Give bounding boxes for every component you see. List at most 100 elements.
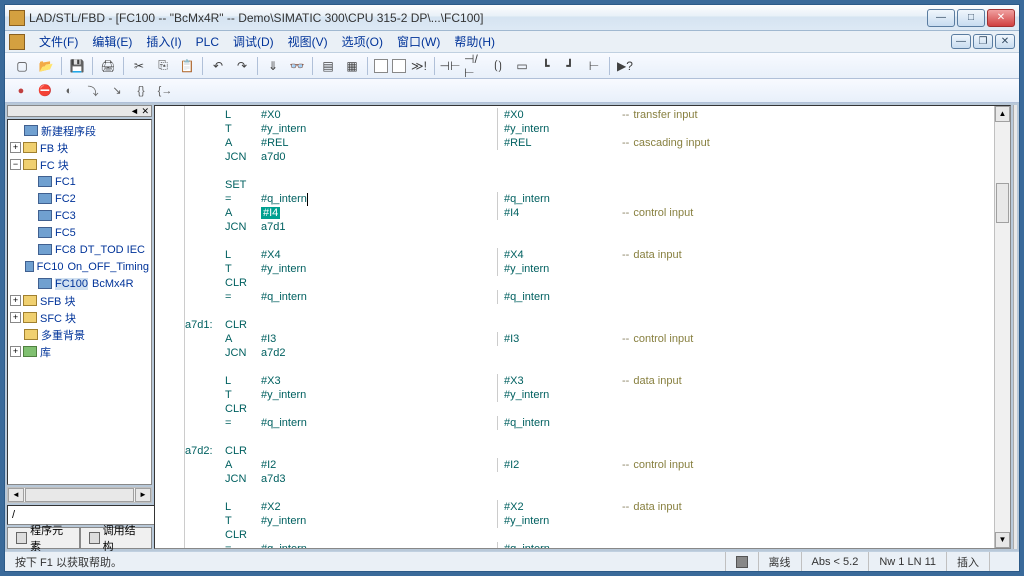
- menu-options[interactable]: 选项(O): [336, 31, 389, 52]
- code-line[interactable]: CLR: [187, 528, 994, 542]
- menu-view[interactable]: 视图(V): [282, 31, 334, 52]
- box-icon[interactable]: ▭: [511, 55, 533, 77]
- code-line[interactable]: T#y_intern#y_intern: [187, 262, 994, 276]
- code-line[interactable]: a7d1:CLR: [187, 318, 994, 332]
- run-to-icon[interactable]: {→: [155, 82, 175, 100]
- scroll-thumb[interactable]: [25, 488, 134, 502]
- code-line[interactable]: CLR: [187, 276, 994, 290]
- menu-plc[interactable]: PLC: [190, 33, 225, 51]
- code-line[interactable]: =#q_intern#q_intern: [187, 416, 994, 430]
- code-line[interactable]: T#y_intern#y_intern: [187, 514, 994, 528]
- scroll-down-icon[interactable]: ▼: [995, 532, 1010, 548]
- detail-button[interactable]: ▦: [341, 55, 363, 77]
- program-tree[interactable]: 新建程序段 +FB 块 −FC 块 FC1 FC2 FC3 FC5 FC8DT_…: [7, 119, 152, 485]
- code-editor[interactable]: L#X0#X0--transfer inputT#y_intern#y_inte…: [185, 106, 994, 548]
- code-line[interactable]: JCNa7d2: [187, 346, 994, 360]
- branch-close-icon[interactable]: ┛: [559, 55, 581, 77]
- code-line[interactable]: [187, 360, 994, 374]
- tree-fc1[interactable]: FC1: [10, 173, 149, 190]
- tree-fc3[interactable]: FC3: [10, 207, 149, 224]
- breakpoint-toggle-icon[interactable]: ◐: [59, 82, 79, 100]
- menu-window[interactable]: 窗口(W): [391, 31, 446, 52]
- tree-fc2[interactable]: FC2: [10, 190, 149, 207]
- code-line[interactable]: a7d2:CLR: [187, 444, 994, 458]
- code-line[interactable]: CLR: [187, 402, 994, 416]
- vscrollbar[interactable]: ▲ ▼: [994, 106, 1010, 548]
- breakpoint-list-icon[interactable]: ⛔: [35, 82, 55, 100]
- breakpoint-icon[interactable]: ●: [11, 82, 31, 100]
- code-line[interactable]: =#q_intern#q_intern: [187, 290, 994, 304]
- download-button[interactable]: ⇓: [262, 55, 284, 77]
- tree-fb-folder[interactable]: +FB 块: [10, 139, 149, 156]
- code-line[interactable]: T#y_intern#y_intern: [187, 122, 994, 136]
- code-line[interactable]: [187, 234, 994, 248]
- tree-hscroll[interactable]: ◄ ►: [7, 487, 152, 503]
- tree-fc10[interactable]: FC10On_OFF_Timing: [10, 258, 149, 275]
- tree-lib[interactable]: +库: [10, 343, 149, 360]
- step-over-icon[interactable]: ⤵: [83, 82, 103, 100]
- paste-button[interactable]: 📋: [176, 55, 198, 77]
- code-line[interactable]: JCNa7d3: [187, 472, 994, 486]
- context-help-button[interactable]: ▶?: [614, 55, 636, 77]
- mdi-close[interactable]: ✕: [995, 34, 1015, 49]
- code-line[interactable]: SET: [187, 178, 994, 192]
- code-line[interactable]: A#REL#REL--cascading input: [187, 136, 994, 150]
- code-line[interactable]: [187, 430, 994, 444]
- tree-fc-folder[interactable]: −FC 块: [10, 156, 149, 173]
- tree-overlap[interactable]: 多重背景: [10, 326, 149, 343]
- code-line[interactable]: L#X3#X3--data input: [187, 374, 994, 388]
- menu-debug[interactable]: 调试(D): [227, 31, 280, 52]
- coil-icon[interactable]: ⟮⟯: [487, 55, 509, 77]
- tree-sfb[interactable]: +SFB 块: [10, 292, 149, 309]
- text-button[interactable]: ≫!: [408, 55, 430, 77]
- panel-close-strip[interactable]: ◄ ✕: [7, 105, 152, 117]
- tree-fc5[interactable]: FC5: [10, 224, 149, 241]
- branch-open-icon[interactable]: ┗: [535, 55, 557, 77]
- menu-help[interactable]: 帮助(H): [448, 31, 501, 52]
- close-button[interactable]: ✕: [987, 9, 1015, 27]
- menu-insert[interactable]: 插入(I): [140, 31, 187, 52]
- code-line[interactable]: L#X2#X2--data input: [187, 500, 994, 514]
- step-out-icon[interactable]: {}: [131, 82, 151, 100]
- menu-edit[interactable]: 编辑(E): [86, 31, 138, 52]
- tree-fc100[interactable]: FC100BcMx4R: [10, 275, 149, 292]
- code-line[interactable]: A#I3#I3--control input: [187, 332, 994, 346]
- tree-fc8[interactable]: FC8DT_TOD IEC: [10, 241, 149, 258]
- code-line[interactable]: L#X0#X0--transfer input: [187, 108, 994, 122]
- print-button[interactable]: 🖨: [97, 55, 119, 77]
- code-line[interactable]: A#I4#I4--control input: [187, 206, 994, 220]
- code-line[interactable]: [187, 304, 994, 318]
- scroll-left-icon[interactable]: ◄: [8, 488, 24, 502]
- maximize-button[interactable]: □: [957, 9, 985, 27]
- contact-nc-icon[interactable]: ⊣/⊢: [463, 55, 485, 77]
- vscroll-thumb[interactable]: [996, 183, 1009, 223]
- code-line[interactable]: =#q_intern#q_intern: [187, 192, 994, 206]
- tab-elements[interactable]: 程序元素: [7, 527, 80, 549]
- copy-button[interactable]: ⎘: [152, 55, 174, 77]
- code-line[interactable]: [187, 164, 994, 178]
- code-line[interactable]: L#X4#X4--data input: [187, 248, 994, 262]
- code-line[interactable]: JCNa7d0: [187, 150, 994, 164]
- scroll-up-icon[interactable]: ▲: [995, 106, 1010, 122]
- tab-callstruct[interactable]: 调用结构: [80, 527, 153, 549]
- step-into-icon[interactable]: ↘: [107, 82, 127, 100]
- titlebar[interactable]: LAD/STL/FBD - [FC100 -- "BcMx4R" -- Demo…: [5, 5, 1019, 31]
- new-button[interactable]: ▢: [11, 55, 33, 77]
- tree-new-segment[interactable]: 新建程序段: [10, 122, 149, 139]
- code-line[interactable]: A#I2#I2--control input: [187, 458, 994, 472]
- scroll-right-icon[interactable]: ►: [135, 488, 151, 502]
- code-line[interactable]: JCNa7d1: [187, 220, 994, 234]
- connection-icon[interactable]: ⊢: [583, 55, 605, 77]
- monitor-button[interactable]: 👓: [286, 55, 308, 77]
- redo-button[interactable]: ↷: [231, 55, 253, 77]
- open-button[interactable]: 📂: [35, 55, 57, 77]
- save-button[interactable]: 💾: [66, 55, 88, 77]
- cut-button[interactable]: ✂: [128, 55, 150, 77]
- check-2[interactable]: [392, 59, 406, 73]
- contact-no-icon[interactable]: ⊣⊢: [439, 55, 461, 77]
- mdi-restore[interactable]: ❐: [973, 34, 993, 49]
- code-line[interactable]: [187, 486, 994, 500]
- menu-file[interactable]: 文件(F): [33, 31, 84, 52]
- code-line[interactable]: T#y_intern#y_intern: [187, 388, 994, 402]
- minimize-button[interactable]: —: [927, 9, 955, 27]
